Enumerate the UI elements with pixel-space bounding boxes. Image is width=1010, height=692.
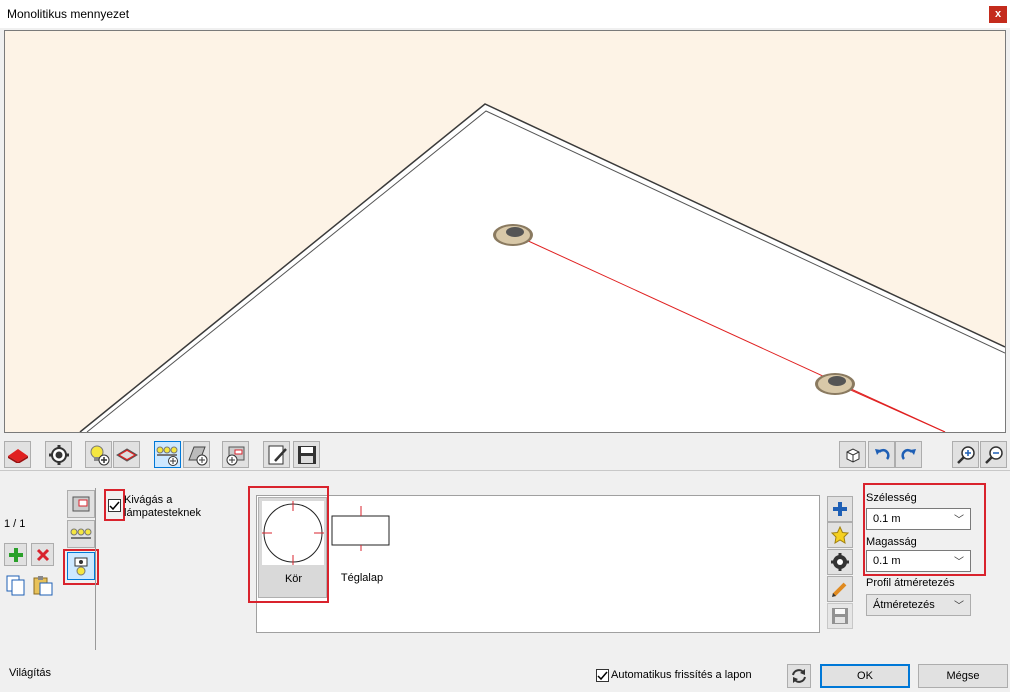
height-combo[interactable]: 0.1 m ﹀ [866, 550, 971, 572]
paste-icon[interactable] [31, 573, 54, 596]
status-text: Világítás [9, 667, 51, 679]
auto-refresh-label: Automatikus frissítés a lapon [611, 669, 752, 681]
profile-combo[interactable]: Átméretezés ﹀ [866, 594, 971, 616]
save-shape-icon[interactable] [827, 603, 853, 629]
shape-list: Kör Téglalap [256, 495, 820, 633]
3d-box-icon[interactable] [839, 441, 866, 468]
3d-viewport[interactable] [4, 30, 1006, 433]
highlight-circle-shape [248, 486, 329, 603]
gear-icon[interactable] [45, 441, 72, 468]
profile-value: Átméretezés [873, 599, 935, 611]
refresh-icon[interactable] [787, 664, 811, 688]
chevron-down-icon: ﹀ [954, 601, 964, 612]
cutout-label-line1: Kivágás a [124, 494, 173, 506]
side-divider [95, 488, 96, 650]
highlight-lamp-tab [63, 549, 99, 585]
ok-button[interactable]: OK [820, 664, 910, 688]
width-combo[interactable]: 0.1 m ﹀ [866, 508, 971, 530]
add-shape-icon[interactable] [827, 496, 853, 522]
opening-add-icon[interactable] [222, 441, 249, 468]
height-value: 0.1 m [873, 555, 901, 567]
close-button[interactable]: x [989, 6, 1007, 23]
chevron-down-icon: ﹀ [954, 515, 964, 526]
item-counter: 1 / 1 [4, 518, 26, 530]
slab-icon[interactable] [4, 441, 31, 468]
edit-pencil-icon[interactable] [827, 576, 853, 602]
zoom-in-icon[interactable] [952, 441, 979, 468]
lamp-fixture-1 [493, 224, 533, 246]
auto-refresh-checkbox[interactable] [596, 669, 609, 682]
light-add-icon[interactable] [85, 441, 112, 468]
redo-icon[interactable] [895, 441, 922, 468]
rectangle-shape-icon [331, 506, 390, 551]
shape-settings-gear-icon[interactable] [827, 549, 853, 575]
delete-icon[interactable] [31, 543, 54, 566]
edit-document-icon[interactable] [263, 441, 290, 468]
title-bar: Monolitikus mennyezet x [0, 0, 1010, 28]
copy-icon[interactable] [4, 573, 27, 596]
favorite-star-icon[interactable] [827, 522, 853, 548]
shape-label-rectangle: Téglalap [340, 572, 384, 584]
save-icon[interactable] [293, 441, 320, 468]
height-label: Magasság [866, 536, 917, 548]
profile-label: Profil átméretezés [866, 577, 955, 589]
cutout-checkbox[interactable] [108, 499, 121, 512]
cutout-label-line2: lámpatesteknek [124, 507, 202, 519]
window-title: Monolitikus mennyezet [7, 7, 130, 21]
lamp-fixture-2 [815, 373, 855, 395]
slab-view-icon[interactable] [113, 441, 140, 468]
width-label: Szélesség [866, 492, 917, 504]
lamp-group-tab-icon[interactable] [67, 520, 95, 548]
opening-tab-icon[interactable] [67, 490, 95, 518]
add-icon[interactable] [4, 543, 27, 566]
shape-item-rectangle[interactable] [330, 501, 394, 551]
profile-add-icon[interactable] [183, 441, 210, 468]
chevron-down-icon: ﹀ [954, 557, 964, 568]
ceiling-preview [79, 103, 1005, 432]
undo-icon[interactable] [868, 441, 895, 468]
zoom-out-icon[interactable] [980, 441, 1007, 468]
lamp-group-add-icon[interactable] [154, 441, 181, 468]
width-value: 0.1 m [873, 513, 901, 525]
cancel-button[interactable]: Mégse [918, 664, 1008, 688]
main-toolbar [0, 437, 1010, 471]
